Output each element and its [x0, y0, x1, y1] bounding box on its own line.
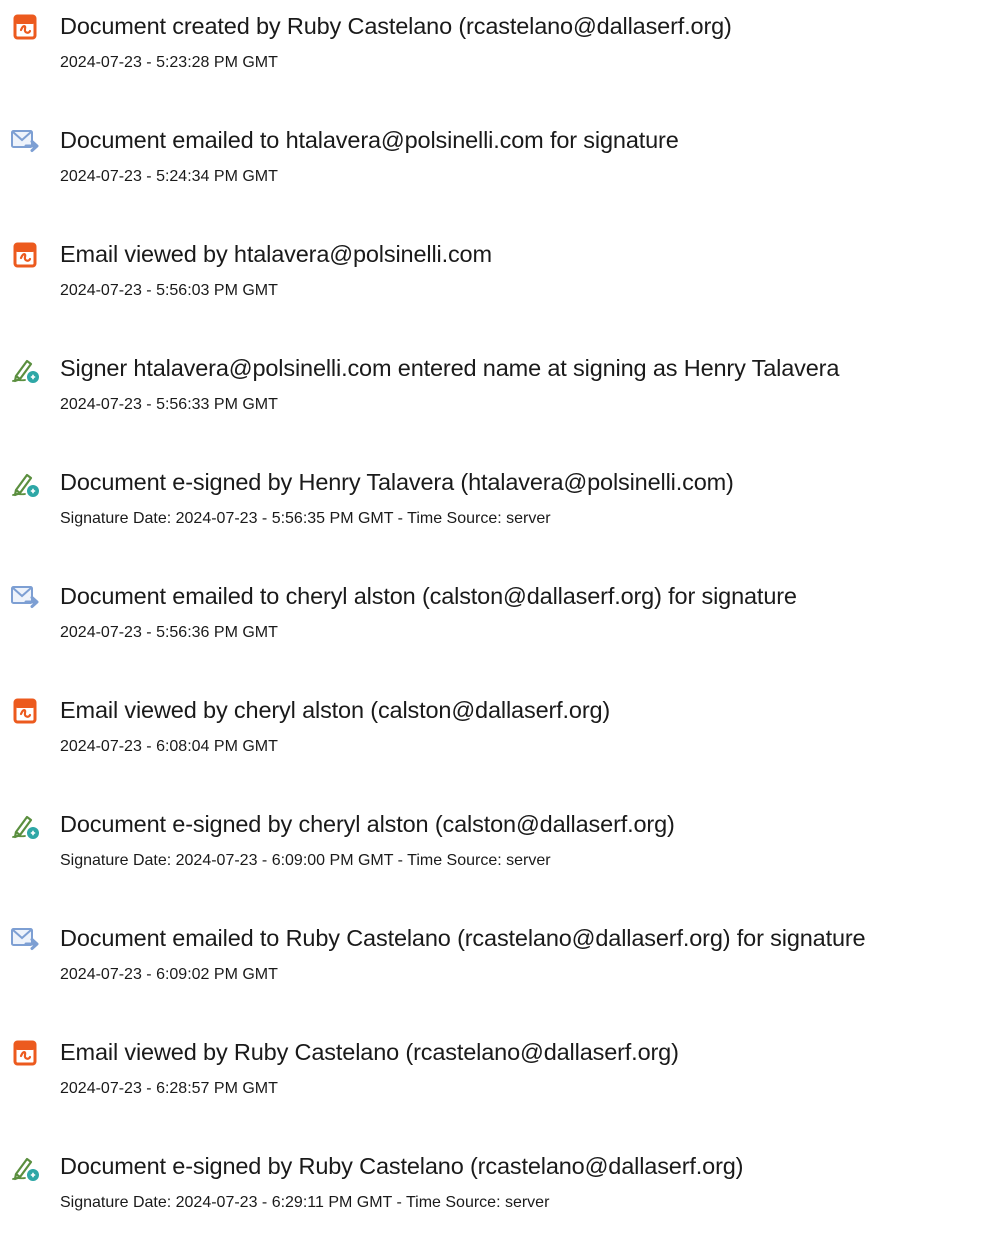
- event-timestamp: 2024-07-23 - 6:09:02 PM GMT: [60, 966, 278, 983]
- audit-event: Document emailed to Ruby Castelano (rcas…: [0, 920, 987, 1020]
- event-title: Signer htalavera@polsinelli.com entered …: [60, 355, 840, 381]
- event-timestamp: 2024-07-23 - 5:24:34 PM GMT: [60, 168, 278, 185]
- event-timestamp: Signature Date: 2024-07-23 - 6:09:00 PM …: [60, 852, 551, 869]
- event-title: Document e-signed by Henry Talavera (hta…: [60, 469, 734, 495]
- event-title: Document e-signed by Ruby Castelano (rca…: [60, 1153, 744, 1179]
- email-icon: [10, 924, 40, 954]
- audit-event: Email viewed by htalavera@polsinelli.com…: [0, 236, 987, 336]
- audit-event: Document e-signed by cheryl alston (cals…: [0, 806, 987, 906]
- event-timestamp: 2024-07-23 - 5:56:33 PM GMT: [60, 396, 278, 413]
- esign-icon: [10, 1152, 40, 1182]
- esign-icon: [10, 810, 40, 840]
- audit-event: Document emailed to cheryl alston (calst…: [0, 578, 987, 678]
- event-timestamp: 2024-07-23 - 5:56:36 PM GMT: [60, 624, 278, 641]
- event-timestamp: 2024-07-23 - 6:28:57 PM GMT: [60, 1080, 278, 1097]
- event-title: Email viewed by htalavera@polsinelli.com: [60, 241, 492, 267]
- event-timestamp: Signature Date: 2024-07-23 - 5:56:35 PM …: [60, 510, 551, 527]
- event-timestamp: 2024-07-23 - 6:08:04 PM GMT: [60, 738, 278, 755]
- audit-event: Document emailed to htalavera@polsinelli…: [0, 122, 987, 222]
- event-title: Document created by Ruby Castelano (rcas…: [60, 13, 732, 39]
- pdf-icon: [10, 1038, 40, 1068]
- audit-event-list: Document created by Ruby Castelano (rcas…: [0, 0, 987, 1224]
- event-title: Email viewed by cheryl alston (calston@d…: [60, 697, 611, 723]
- pdf-icon: [10, 696, 40, 726]
- audit-event: Signer htalavera@polsinelli.com entered …: [0, 350, 987, 450]
- email-icon: [10, 582, 40, 612]
- event-timestamp: 2024-07-23 - 5:56:03 PM GMT: [60, 282, 278, 299]
- email-icon: [10, 126, 40, 156]
- pdf-icon: [10, 12, 40, 42]
- event-title: Document emailed to Ruby Castelano (rcas…: [60, 925, 866, 951]
- event-title: Email viewed by Ruby Castelano (rcastela…: [60, 1039, 679, 1065]
- pdf-icon: [10, 240, 40, 270]
- event-timestamp: Signature Date: 2024-07-23 - 6:29:11 PM …: [60, 1194, 550, 1211]
- audit-event: Email viewed by cheryl alston (calston@d…: [0, 692, 987, 792]
- event-title: Document emailed to cheryl alston (calst…: [60, 583, 797, 609]
- audit-event: Document created by Ruby Castelano (rcas…: [0, 8, 987, 108]
- event-title: Document emailed to htalavera@polsinelli…: [60, 127, 679, 153]
- audit-event: Document e-signed by Henry Talavera (hta…: [0, 464, 987, 564]
- audit-event: Document e-signed by Ruby Castelano (rca…: [0, 1148, 987, 1248]
- event-timestamp: 2024-07-23 - 5:23:28 PM GMT: [60, 54, 278, 71]
- audit-event: Email viewed by Ruby Castelano (rcastela…: [0, 1034, 987, 1134]
- event-title: Document e-signed by cheryl alston (cals…: [60, 811, 675, 837]
- esign-icon: [10, 354, 40, 384]
- esign-icon: [10, 468, 40, 498]
